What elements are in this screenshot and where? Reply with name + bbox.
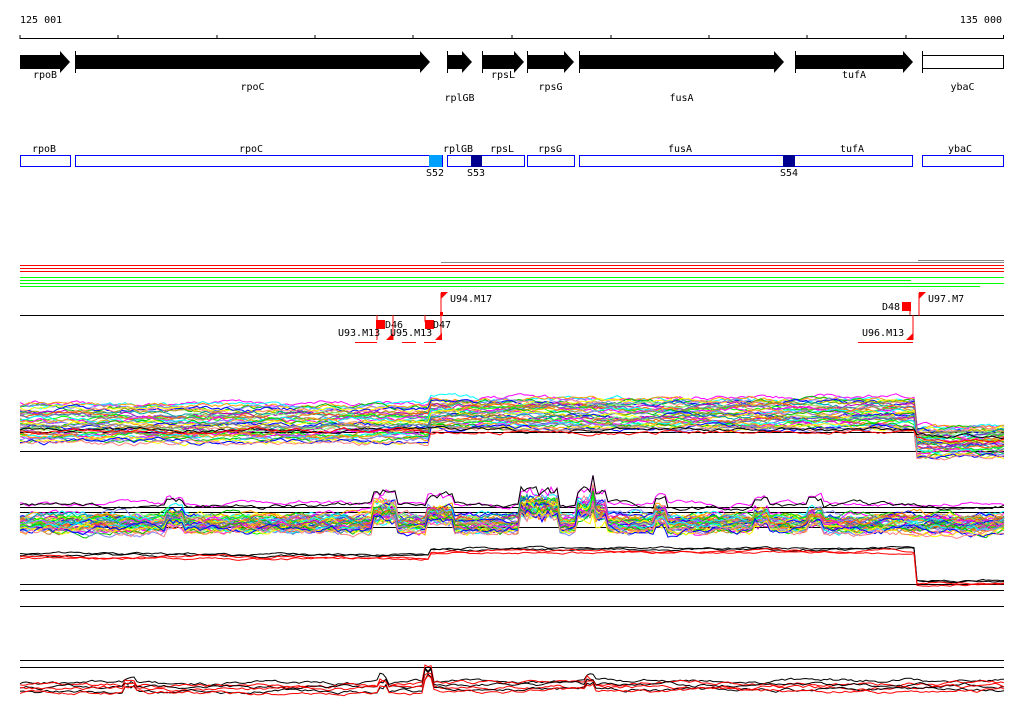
- gene-label: rpsL: [491, 70, 515, 81]
- gene-arrow: [447, 51, 472, 73]
- segment-gene-label: rpoC: [239, 144, 263, 155]
- segment-gene-label: rplGB: [443, 144, 473, 155]
- gene-fusA[interactable]: fusA: [579, 51, 784, 104]
- gene-rpsL[interactable]: rpsL: [482, 51, 524, 81]
- gene-ybaC[interactable]: ybaC: [922, 51, 1004, 93]
- gene-label: rplGB: [444, 93, 474, 104]
- segment-box[interactable]: [20, 155, 71, 167]
- segment-gene-label: tufA: [840, 144, 864, 155]
- segment-track: rpoB rpoC rplGB rpsL rpsG fusA tufA ybaC S52 S53 S…: [20, 144, 1004, 179]
- marker-d48[interactable]: D48: [882, 302, 911, 315]
- profile-track-3: [19, 660, 1005, 697]
- gene-label: tufA: [842, 70, 866, 81]
- profile-line: [19, 475, 1005, 510]
- gene-rpsG[interactable]: rpsG: [527, 51, 574, 93]
- gene-tufA[interactable]: tufA: [795, 51, 913, 81]
- segment-gene-label: rpsG: [538, 144, 562, 155]
- profile-line: [19, 475, 1005, 512]
- gene-label: rpoC: [240, 82, 264, 93]
- gene-box: [922, 55, 1004, 69]
- site-label: S52: [426, 168, 444, 179]
- marker-u97-m7[interactable]: U97.M7: [918, 292, 964, 316]
- marker-label: U93.M13: [338, 328, 380, 339]
- segment-gene-label: rpsL: [490, 144, 514, 155]
- coverage-bars: [20, 260, 1004, 287]
- genome-browser-canvas: 125 001 135 000 rpoB rpoC rplGB rpsL rpsG fus…: [19, 15, 1005, 697]
- marker-label: U95.M13: [390, 328, 432, 339]
- profile-line: [19, 666, 1005, 687]
- ruler-end-label: 135 000: [960, 15, 1002, 26]
- segment-box[interactable]: [922, 155, 1004, 167]
- gene-label: rpsG: [538, 82, 562, 93]
- marker-label: D48: [882, 302, 900, 313]
- gene-rpoB[interactable]: rpoB: [20, 51, 70, 81]
- marker-u96-m13[interactable]: U96.M13: [858, 315, 914, 343]
- segment-box[interactable]: [447, 155, 525, 167]
- segment-box[interactable]: [527, 155, 575, 167]
- segment-gene-label: ybaC: [948, 144, 972, 155]
- profile-track-1: [19, 392, 1005, 461]
- marker-label: U94.M17: [450, 294, 492, 305]
- segment-box[interactable]: [75, 155, 443, 167]
- profile-track-2: [19, 475, 1005, 607]
- marker-label: D47: [433, 320, 451, 331]
- gene-rpoC[interactable]: rpoC: [75, 51, 430, 93]
- gene-arrow: [75, 51, 430, 73]
- site-label: S54: [780, 168, 798, 179]
- ruler-start-label: 125 001: [20, 15, 62, 26]
- gene-track: rpoB rpoC rplGB rpsL rpsG fusA tufA ybaC: [20, 51, 1004, 104]
- gene-arrow: [579, 51, 784, 73]
- gene-label: ybaC: [950, 82, 974, 93]
- coordinate-ruler: 125 001 135 000: [19, 15, 1004, 39]
- segment-gene-label: fusA: [668, 144, 692, 155]
- marker-label: U97.M7: [928, 294, 964, 305]
- site-label: S53: [467, 168, 485, 179]
- marker-track: U94.M17 D46 U93.M13 D47 U95.M13 D48 U97.…: [20, 292, 1004, 343]
- gene-label: fusA: [669, 93, 693, 104]
- marker-label: U96.M13: [862, 328, 904, 339]
- gene-label: rpoB: [33, 70, 57, 81]
- segment-box[interactable]: [579, 155, 913, 167]
- gene-rplGB[interactable]: rplGB: [444, 51, 475, 104]
- gene-arrow: [527, 51, 574, 73]
- segment-gene-label: rpoB: [32, 144, 56, 155]
